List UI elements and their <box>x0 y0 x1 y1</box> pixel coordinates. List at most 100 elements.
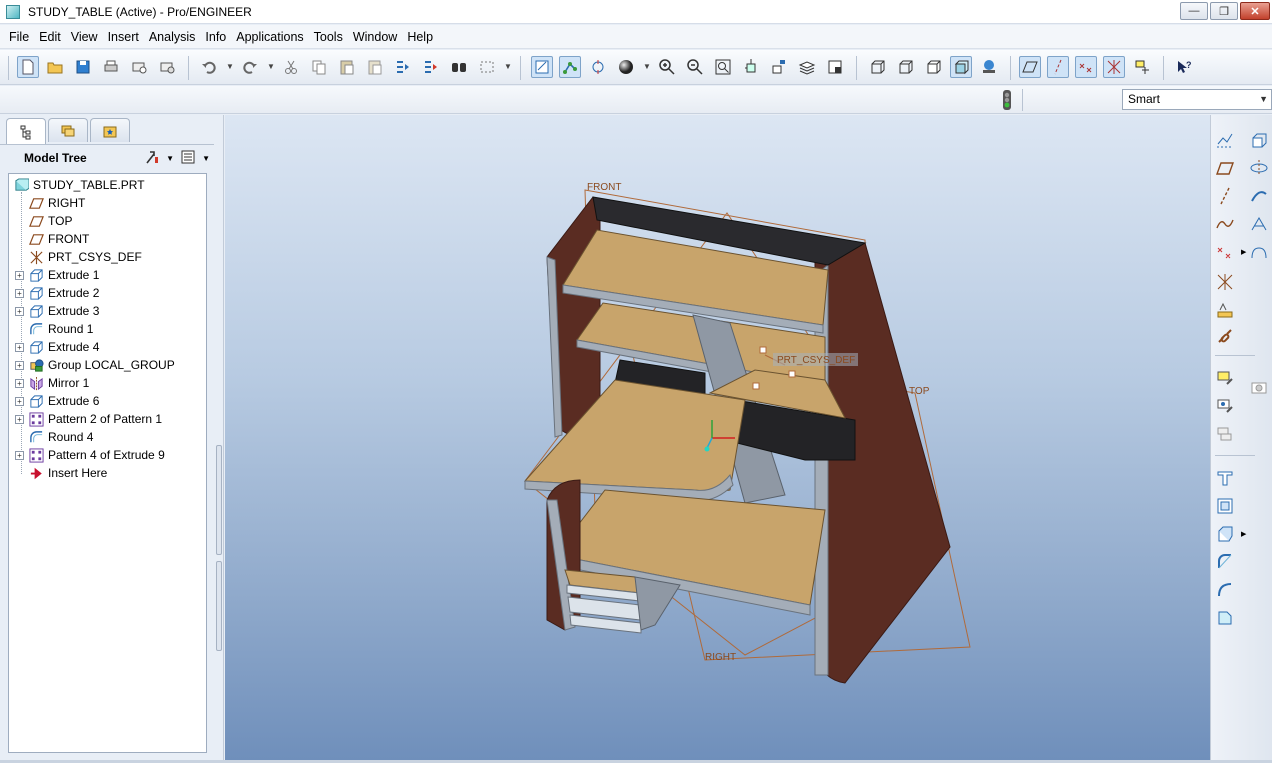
tab-folder-browser[interactable] <box>48 118 88 142</box>
paste-icon[interactable] <box>336 56 358 78</box>
expand-icon[interactable]: + <box>15 270 24 280</box>
tree-item-group[interactable]: + Group LOCAL_GROUP <box>15 356 175 374</box>
draft-tool-icon[interactable] <box>1213 523 1237 545</box>
tree-item-extrude-6[interactable]: + Extrude 6 <box>15 392 99 410</box>
tree-item-pattern-4[interactable]: + Pattern 4 of Extrude 9 <box>15 446 165 464</box>
tree-item-extrude-1[interactable]: + Extrude 1 <box>15 266 99 284</box>
draft-dropdown-icon[interactable]: ▶ <box>1241 530 1246 538</box>
menu-help[interactable]: Help <box>402 25 438 49</box>
tree-item-right[interactable]: RIGHT <box>15 194 85 212</box>
sketch-tool-icon[interactable] <box>1213 129 1237 151</box>
front-plane-label[interactable]: FRONT <box>587 182 621 193</box>
layers-icon[interactable] <box>796 56 818 78</box>
redo-dropdown-icon[interactable]: ▼ <box>267 62 275 71</box>
datum-curve-tool-icon[interactable] <box>1213 213 1237 235</box>
menu-insert[interactable]: Insert <box>103 25 144 49</box>
refit-icon[interactable] <box>712 56 734 78</box>
send-link-icon[interactable] <box>156 56 178 78</box>
paste-special-icon[interactable] <box>364 56 386 78</box>
redo-icon[interactable] <box>239 56 261 78</box>
extrude-tool-icon[interactable] <box>1247 129 1271 151</box>
reorient-icon[interactable] <box>740 56 762 78</box>
context-help-icon[interactable]: ? <box>1173 56 1195 78</box>
select-dropdown-icon[interactable]: ▼ <box>504 62 512 71</box>
close-button[interactable]: ✕ <box>1240 2 1270 20</box>
menu-edit[interactable]: Edit <box>34 25 66 49</box>
auto-round-tool-icon[interactable] <box>1213 579 1237 601</box>
spin-center-icon[interactable] <box>559 56 581 78</box>
chamfer-tool-icon[interactable] <box>1213 607 1237 629</box>
expand-icon[interactable]: + <box>15 414 24 424</box>
select-box-icon[interactable] <box>476 56 498 78</box>
tab-favorites[interactable] <box>90 118 130 142</box>
traffic-light-icon[interactable] <box>998 89 1016 111</box>
revolve-tool-icon[interactable] <box>1247 157 1271 179</box>
datum-plane-tool-icon[interactable] <box>1213 157 1237 179</box>
shell-tool-icon[interactable] <box>1213 467 1237 489</box>
tree-item-csys[interactable]: PRT_CSYS_DEF <box>15 248 142 266</box>
saved-views-icon[interactable] <box>768 56 790 78</box>
wireframe-icon[interactable] <box>866 56 888 78</box>
round-tool-icon[interactable] <box>1213 551 1237 573</box>
expand-icon[interactable]: + <box>15 378 24 388</box>
point-dropdown-icon[interactable]: ▶ <box>1241 248 1246 256</box>
zoom-out-icon[interactable] <box>684 56 706 78</box>
datum-axis-tool-icon[interactable] <box>1213 185 1237 207</box>
tree-item-extrude-3[interactable]: + Extrude 3 <box>15 302 99 320</box>
hole-tool-icon[interactable] <box>1247 377 1271 399</box>
tab-model-tree[interactable] <box>6 118 46 144</box>
datum-planes-display-icon[interactable] <box>1019 56 1041 78</box>
blend-tool-icon[interactable] <box>1247 213 1271 235</box>
tree-item-mirror-1[interactable]: + Mirror 1 <box>15 374 89 392</box>
selection-filter-select[interactable]: Smart ▼ <box>1122 89 1272 110</box>
chain-link-icon[interactable] <box>1213 327 1237 349</box>
repaint-icon[interactable] <box>531 56 553 78</box>
zoom-in-icon[interactable] <box>656 56 678 78</box>
analysis-feature-icon[interactable] <box>1213 299 1237 321</box>
appearance-dropdown-icon[interactable]: ▼ <box>643 62 651 71</box>
edit-definition-icon[interactable] <box>1213 367 1237 389</box>
tree-settings-dropdown-icon[interactable]: ▼ <box>166 154 174 163</box>
reorder-feature-icon[interactable] <box>1213 423 1237 445</box>
shading-icon[interactable] <box>950 56 972 78</box>
send-email-icon[interactable] <box>128 56 150 78</box>
copy-icon[interactable] <box>308 56 330 78</box>
tree-item-top[interactable]: TOP <box>15 212 72 230</box>
panel-splitter-handle-lower[interactable] <box>216 561 222 651</box>
minimize-button[interactable]: — <box>1180 2 1208 20</box>
feature-info-icon[interactable] <box>1213 395 1237 417</box>
datum-point-tool-icon[interactable] <box>1213 241 1237 263</box>
expand-icon[interactable]: + <box>15 360 24 370</box>
appearance-sphere-icon[interactable] <box>615 56 637 78</box>
find-icon[interactable] <box>448 56 470 78</box>
tree-settings-icon[interactable] <box>144 149 160 168</box>
undo-icon[interactable] <box>198 56 220 78</box>
regenerate-icon[interactable] <box>392 56 414 78</box>
graphics-window[interactable]: FRONT TOP RIGHT PRT_CSYS_DEF <box>225 115 1210 760</box>
enhanced-realism-icon[interactable] <box>978 56 1000 78</box>
menu-view[interactable]: View <box>66 25 103 49</box>
boundary-blend-tool-icon[interactable] <box>1247 241 1271 263</box>
no-hidden-icon[interactable] <box>922 56 944 78</box>
tree-item-extrude-2[interactable]: + Extrude 2 <box>15 284 99 302</box>
maximize-button[interactable]: ❐ <box>1210 2 1238 20</box>
tree-item-round-1[interactable]: Round 1 <box>15 320 93 338</box>
menu-applications[interactable]: Applications <box>231 25 308 49</box>
menu-window[interactable]: Window <box>348 25 402 49</box>
tree-item-insert-here[interactable]: Insert Here <box>15 464 107 482</box>
expand-icon[interactable]: + <box>15 288 24 298</box>
tree-item-extrude-4[interactable]: + Extrude 4 <box>15 338 99 356</box>
sweep-tool-icon[interactable] <box>1247 185 1271 207</box>
hidden-line-icon[interactable] <box>894 56 916 78</box>
menu-file[interactable]: File <box>4 25 34 49</box>
tree-item-pattern-2[interactable]: + Pattern 2 of Pattern 1 <box>15 410 162 428</box>
datum-points-display-icon[interactable] <box>1075 56 1097 78</box>
expand-icon[interactable]: + <box>15 342 24 352</box>
undo-dropdown-icon[interactable]: ▼ <box>226 62 234 71</box>
tree-item-front[interactable]: FRONT <box>15 230 89 248</box>
expand-icon[interactable]: + <box>15 396 24 406</box>
orient-mode-icon[interactable] <box>587 56 609 78</box>
tree-item-round-4[interactable]: Round 4 <box>15 428 93 446</box>
open-folder-icon[interactable] <box>44 56 66 78</box>
menu-info[interactable]: Info <box>200 25 231 49</box>
